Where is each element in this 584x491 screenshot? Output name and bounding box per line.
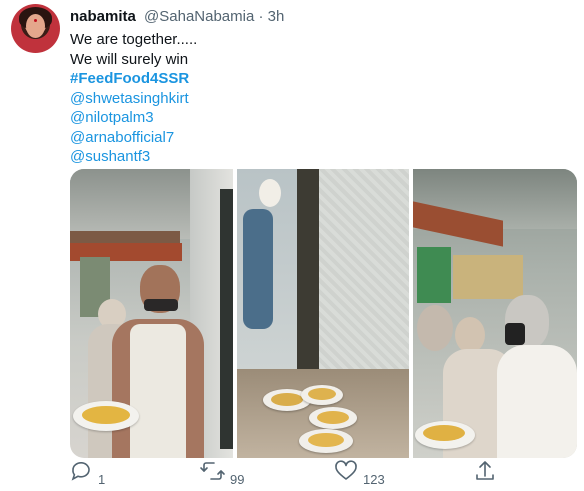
tweet-media[interactable]: [70, 169, 577, 458]
avatar-bindi: [34, 19, 37, 22]
door-edge: [297, 169, 319, 379]
author-name[interactable]: nabamita: [70, 8, 136, 25]
person-cap: [259, 179, 281, 207]
mention-link[interactable]: @sushantf3: [70, 147, 197, 167]
hashtag-link[interactable]: #FeedFood4SSR: [70, 69, 197, 89]
like-icon[interactable]: [335, 460, 357, 480]
photo-3[interactable]: [413, 169, 577, 458]
mention-link[interactable]: @shwetasinghkirt: [70, 89, 197, 109]
like-count: 123: [363, 472, 385, 487]
food: [317, 411, 349, 424]
green-shop: [417, 247, 451, 303]
shop-goods: [453, 255, 523, 299]
retweet-count: 99: [230, 472, 245, 487]
tweet[interactable]: nabamita @SahaNabamia · 3h We are togeth…: [0, 0, 584, 491]
author-handle[interactable]: @SahaNabamia: [144, 8, 254, 25]
share-icon[interactable]: [476, 461, 494, 480]
person-shirt: [243, 209, 273, 329]
food: [308, 433, 344, 447]
separator-dot: ·: [258, 8, 264, 25]
tweet-header: nabamita @SahaNabamia · 3h: [70, 8, 284, 26]
photo-1[interactable]: [70, 169, 233, 458]
awning: [70, 231, 180, 243]
food: [271, 393, 303, 406]
retweet-icon[interactable]: [200, 462, 225, 480]
reply-count: 1: [98, 472, 106, 487]
elder-kurta: [497, 345, 577, 458]
tweet-line: We are together.....: [70, 31, 198, 48]
crowd-person: [417, 305, 453, 351]
food: [82, 406, 130, 424]
reply-icon[interactable]: [71, 462, 90, 481]
food: [423, 425, 465, 441]
mention-link[interactable]: @arnabofficial7: [70, 128, 197, 148]
food: [308, 388, 336, 400]
tweet-line: We will surely win: [70, 50, 189, 68]
crowd-person: [455, 317, 485, 353]
tweet-text: We are together..... We will surely win …: [70, 30, 197, 167]
door-frame: [220, 189, 233, 449]
avatar[interactable]: [11, 4, 60, 53]
mention-link[interactable]: @nilotpalm3: [70, 108, 197, 128]
white-vest: [130, 324, 186, 458]
tweet-time[interactable]: 3h: [268, 8, 285, 25]
avatar-face: [26, 14, 45, 38]
face-mask: [505, 323, 525, 345]
face-mask: [144, 299, 178, 311]
photo-2[interactable]: [237, 169, 409, 458]
